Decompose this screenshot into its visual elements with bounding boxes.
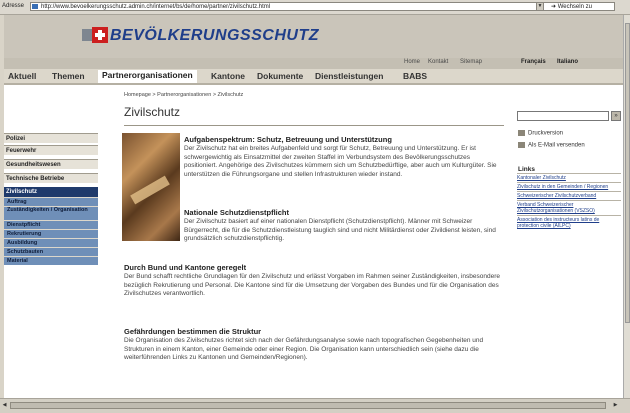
scroll-left-icon[interactable]: ◀ (1, 402, 8, 409)
util-link-kontakt[interactable]: Kontakt (428, 59, 448, 65)
go-button[interactable]: ➜ Wechseln zu (551, 3, 592, 10)
section-text: Der Zivilschutz basiert auf einer nation… (184, 218, 496, 242)
content-photo (122, 133, 180, 241)
menu-item-zivilschutz[interactable]: Zivilschutz (4, 187, 98, 197)
section-text: Der Bund schafft rechtliche Grundlagen f… (124, 273, 501, 297)
list-item[interactable]: Association des instructeurs latins de p… (517, 215, 621, 230)
flag-side-block (82, 29, 92, 41)
horizontal-scroll-thumb[interactable] (10, 402, 606, 409)
site-banner: BEVÖLKERUNGSSCHUTZ (4, 15, 623, 58)
submenu-zustaendigkeiten[interactable]: Zuständigkeiten / Organisation (4, 206, 98, 220)
email-link[interactable]: Als E-Mail versenden (518, 142, 585, 149)
submenu-material[interactable]: Material (4, 256, 98, 265)
vertical-scrollbar[interactable] (623, 15, 630, 398)
url-input[interactable]: http://www.bevoelkerungsschutz.admin.ch/… (30, 2, 615, 11)
search-input[interactable] (517, 111, 609, 121)
section-heading: Nationale Schutzdienstpflicht (184, 208, 290, 217)
nav-aktuell[interactable]: Aktuell (8, 71, 36, 81)
go-label: Wechseln zu (557, 4, 592, 10)
site-logo-text[interactable]: BEVÖLKERUNGSSCHUTZ (110, 27, 319, 45)
section-text: Der Zivilschutz hat ein breites Aufgaben… (184, 145, 497, 178)
submenu-rekrutierung[interactable]: Rekrutierung (4, 229, 98, 238)
section-aufgabenspektrum: Aufgabenspektrum: Schutz, Betreuung und … (184, 135, 502, 179)
links-list: Kantonaler Zivilschutz Zivilschutz in de… (517, 173, 621, 230)
submenu-auftrag[interactable]: Auftrag (4, 197, 98, 206)
main-nav: Aktuell Themen Partnerorganisationen Kan… (4, 69, 623, 85)
go-arrow-icon: ➜ (551, 4, 557, 10)
section-heading: Aufgabenspektrum: Schutz, Betreuung und … (184, 135, 392, 144)
address-bar: Adresse http://www.bevoelkerungsschutz.a… (0, 0, 630, 15)
print-icon (518, 130, 525, 136)
browser-page-icon (32, 4, 38, 9)
title-divider (124, 125, 504, 126)
nav-dokumente[interactable]: Dokumente (257, 71, 303, 81)
section-heading: Durch Bund und Kantone geregelt (124, 263, 247, 272)
dropdown-arrow-icon[interactable]: ▼ (536, 2, 544, 11)
util-link-sitemap[interactable]: Sitemap (460, 59, 482, 65)
address-label: Adresse (2, 3, 25, 9)
email-icon (518, 142, 525, 148)
section-schutzdienstpflicht: Nationale Schutzdienstpflicht Der Zivils… (184, 208, 502, 244)
web-page: BEVÖLKERUNGSSCHUTZ Home Kontakt Sitemap … (4, 15, 623, 398)
menu-group-zivilschutz: Zivilschutz Auftrag Zuständigkeiten / Or… (4, 187, 98, 265)
nav-kantone[interactable]: Kantone (211, 71, 245, 81)
section-gefaehrdungen: Gefährdungen bestimmen die Struktur Die … (124, 327, 504, 363)
lang-link-it[interactable]: Italiano (557, 59, 578, 65)
print-link[interactable]: Druckversion (518, 130, 563, 137)
breadcrumb[interactable]: Homepage > Partnerorganisationen > Zivil… (124, 92, 243, 98)
nav-babs[interactable]: BABS (403, 71, 427, 81)
list-item[interactable]: Schweizerischer Zivilschutzverband (517, 191, 621, 200)
links-heading: Links (518, 166, 535, 173)
menu-item-gesundheitswesen[interactable]: Gesundheitswesen (4, 159, 98, 169)
util-link-home[interactable]: Home (404, 59, 420, 65)
vertical-scroll-thumb[interactable] (625, 23, 630, 323)
submenu-schutzbauten[interactable]: Schutzbauten (4, 247, 98, 256)
swiss-cross-icon (92, 27, 108, 43)
menu-item-technische-betriebe[interactable]: Technische Betriebe (4, 173, 98, 183)
list-item[interactable]: Zivilschutz in den Gemeinden / Regionen (517, 182, 621, 191)
submenu-ausbildung[interactable]: Ausbildung (4, 238, 98, 247)
submenu-dienstpflicht[interactable]: Dienstpflicht (4, 220, 98, 229)
scroll-right-icon[interactable]: ▶ (612, 402, 619, 409)
email-label: Als E-Mail versenden (528, 142, 585, 149)
menu-item-polizei[interactable]: Polizei (4, 133, 98, 143)
utility-nav: Home Kontakt Sitemap Français Italiano (4, 58, 623, 69)
section-text: Die Organisation des Zivilschutzes richt… (124, 337, 484, 361)
print-label: Druckversion (528, 130, 564, 137)
menu-item-feuerwehr[interactable]: Feuerwehr (4, 145, 98, 155)
horizontal-scrollbar[interactable]: ◀ ▶ (0, 398, 630, 413)
list-item[interactable]: Verband Schweizerischer Zivilschutzorgan… (517, 200, 621, 215)
nav-themen[interactable]: Themen (52, 71, 85, 81)
section-bund-kantone: Durch Bund und Kantone geregelt Der Bund… (124, 263, 504, 299)
page-title: Zivilschutz (124, 105, 181, 119)
nav-dienstleistungen[interactable]: Dienstleistungen (315, 71, 383, 81)
url-text: http://www.bevoelkerungsschutz.admin.ch/… (41, 4, 271, 10)
lang-link-fr[interactable]: Français (521, 59, 546, 65)
nav-partnerorganisationen[interactable]: Partnerorganisationen (98, 70, 197, 83)
list-item[interactable]: Kantonaler Zivilschutz (517, 173, 621, 182)
section-heading: Gefährdungen bestimmen die Struktur (124, 327, 262, 336)
search-button[interactable]: » (611, 111, 621, 121)
